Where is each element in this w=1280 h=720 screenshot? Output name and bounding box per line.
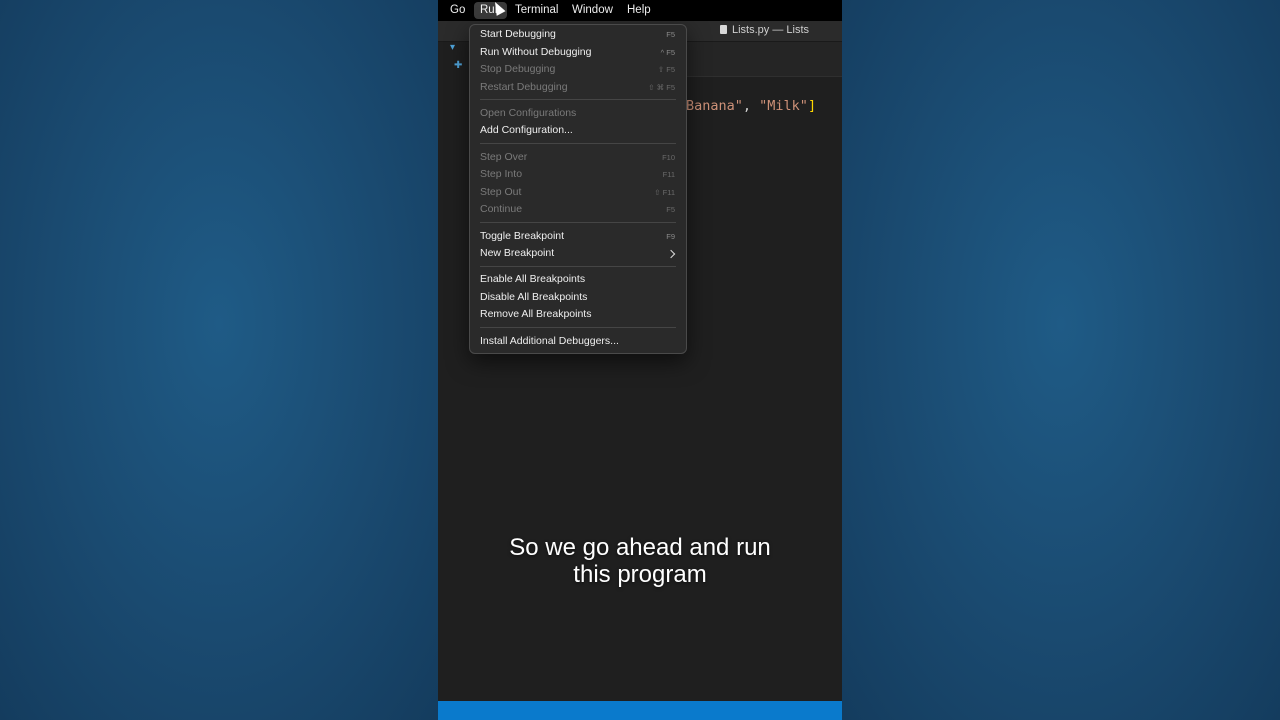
- menu-separator: [480, 143, 676, 144]
- menu-item-label: Add Configuration...: [480, 124, 573, 136]
- menu-item-label: Step Over: [480, 151, 528, 163]
- menu-item-toggle-breakpoint[interactable]: Toggle Breakpoint F9: [470, 228, 686, 245]
- caption-line-1: So we go ahead and run: [509, 534, 771, 561]
- menu-item-restart-debugging: Restart Debugging ⇧ ⌘ F5: [470, 79, 686, 96]
- code-string-milk: "Milk": [759, 98, 808, 114]
- menu-item-new-breakpoint[interactable]: New Breakpoint: [470, 245, 686, 262]
- window-title: Lists.py — Lists: [720, 24, 809, 36]
- python-icon[interactable]: ✚: [454, 60, 462, 71]
- shortcut-label: F5: [666, 205, 675, 214]
- code-separator: ,: [742, 98, 760, 114]
- menu-item-start-debugging[interactable]: Start Debugging F5: [470, 26, 686, 43]
- editor-tab-strip: [686, 42, 842, 77]
- menu-item-label: Disable All Breakpoints: [480, 291, 588, 303]
- menu-item-enable-all-breakpoints[interactable]: Enable All Breakpoints: [470, 271, 686, 288]
- shortcut-label: F5: [666, 30, 675, 39]
- menu-item-label: Run Without Debugging: [480, 46, 592, 58]
- menu-item-add-configuration[interactable]: Add Configuration...: [470, 122, 686, 139]
- python-file-icon: [720, 25, 727, 34]
- menu-item-disable-all-breakpoints[interactable]: Disable All Breakpoints: [470, 289, 686, 306]
- menu-item-step-into: Step Into F11: [470, 166, 686, 183]
- chevron-icon[interactable]: ▾: [450, 42, 455, 53]
- menu-item-continue: Continue F5: [470, 201, 686, 218]
- menu-separator: [480, 222, 676, 223]
- menu-separator: [480, 327, 676, 328]
- caption-line-2: this program: [573, 561, 707, 588]
- menu-window[interactable]: Window: [572, 4, 613, 17]
- menu-item-label: Step Out: [480, 186, 522, 198]
- menu-item-step-over: Step Over F10: [470, 149, 686, 166]
- shortcut-label: F11: [662, 170, 675, 179]
- menu-item-label: Toggle Breakpoint: [480, 230, 565, 242]
- menu-separator: [480, 99, 676, 100]
- menu-item-label: Remove All Breakpoints: [480, 308, 592, 320]
- background-right: [842, 0, 1280, 720]
- menu-item-open-configurations: Open Configurations: [470, 105, 686, 122]
- menu-item-remove-all-breakpoints[interactable]: Remove All Breakpoints: [470, 306, 686, 323]
- menu-item-label: Open Configurations: [480, 107, 577, 119]
- menu-item-label: New Breakpoint: [480, 247, 555, 259]
- menu-go[interactable]: Go: [450, 4, 465, 17]
- shortcut-label: F10: [662, 153, 675, 162]
- menu-item-label: Install Additional Debuggers...: [480, 335, 619, 347]
- menu-item-label: Step Into: [480, 168, 523, 180]
- run-menu: Start Debugging F5 Run Without Debugging ^…: [469, 24, 687, 354]
- background-left: [0, 0, 438, 720]
- shortcut-label: ⇧ ⌘ F5: [648, 83, 675, 92]
- menu-item-install-additional-debuggers[interactable]: Install Additional Debuggers...: [470, 333, 686, 350]
- menu-help[interactable]: Help: [627, 4, 651, 17]
- shortcut-label: ⇧ F11: [654, 188, 675, 197]
- code-bracket: ]: [807, 98, 817, 114]
- menu-separator: [480, 266, 676, 267]
- menu-item-label: Stop Debugging: [480, 63, 556, 75]
- menu-item-label: Restart Debugging: [480, 81, 568, 93]
- explorer-strip: ▾ ✚: [438, 42, 470, 102]
- video-caption: So we go ahead and run this program: [438, 534, 842, 588]
- window-title-text: Lists.py — Lists: [732, 24, 810, 36]
- menu-item-label: Start Debugging: [480, 28, 556, 40]
- code-string-banana: Banana": [686, 98, 743, 114]
- shortcut-label: ⇧ F5: [657, 65, 675, 74]
- shortcut-label: ^ F5: [660, 48, 675, 57]
- code-line[interactable]: Banana", "Milk"]: [686, 98, 816, 114]
- menu-item-run-without-debugging[interactable]: Run Without Debugging ^ F5: [470, 44, 686, 61]
- menu-item-stop-debugging: Stop Debugging ⇧ F5: [470, 61, 686, 78]
- shortcut-label: F9: [666, 232, 675, 241]
- menu-terminal[interactable]: Terminal: [515, 4, 558, 17]
- menu-item-label: Enable All Breakpoints: [480, 273, 586, 285]
- menu-item-step-out: Step Out ⇧ F11: [470, 184, 686, 201]
- chevron-right-icon: [666, 249, 676, 259]
- menu-item-label: Continue: [480, 203, 523, 215]
- status-bar: [438, 701, 842, 720]
